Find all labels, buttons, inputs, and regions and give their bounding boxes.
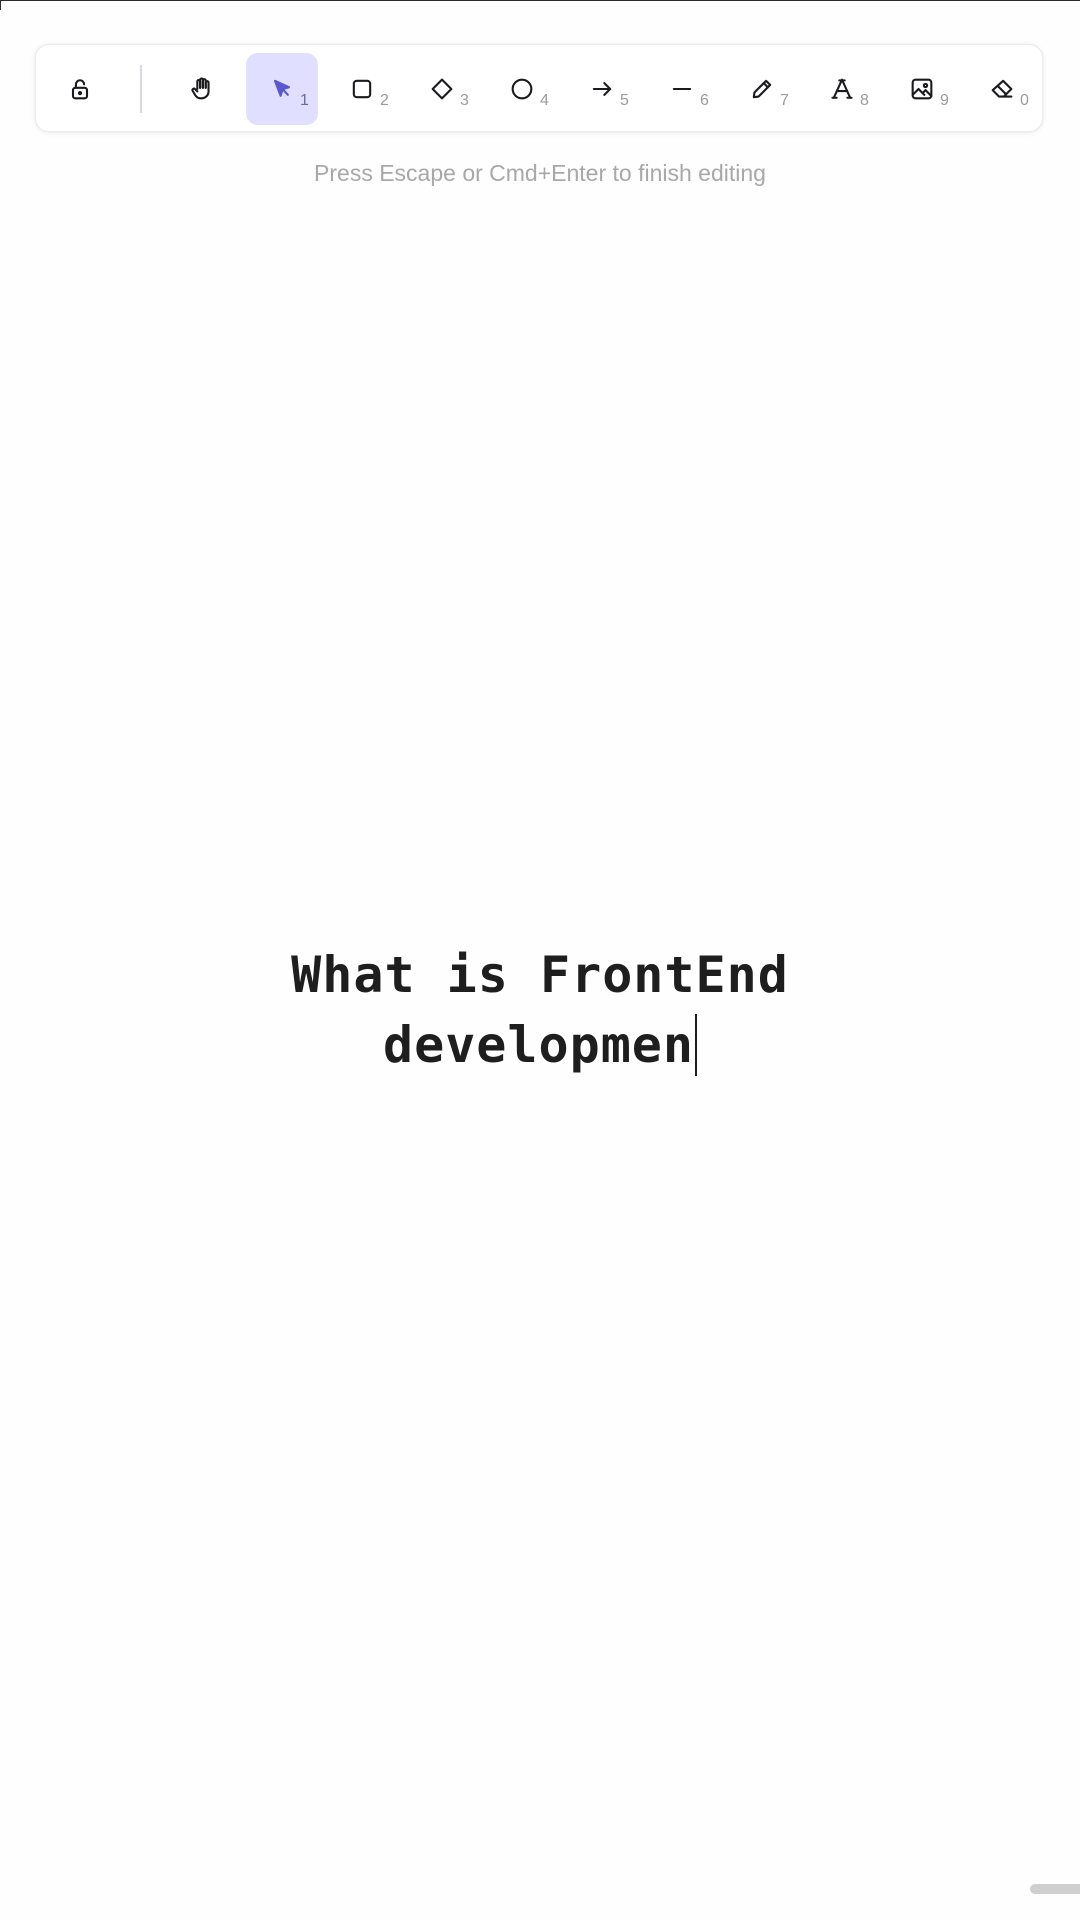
tool-image[interactable]: 9 bbox=[886, 53, 958, 125]
top-edge-line bbox=[0, 0, 1080, 1]
tool-shortcut: 4 bbox=[540, 92, 549, 109]
tool-shortcut: 9 bbox=[940, 92, 949, 109]
editing-hint: Press Escape or Cmd+Enter to finish edit… bbox=[314, 160, 766, 186]
corner-mark bbox=[0, 0, 1, 10]
rectangle-icon bbox=[352, 79, 372, 99]
text-line-1: What is FrontEnd bbox=[291, 946, 789, 1004]
hand-icon bbox=[191, 77, 210, 100]
text-icon bbox=[831, 78, 853, 99]
tool-shortcut: 6 bbox=[700, 92, 709, 109]
scrollbar-thumb[interactable] bbox=[1030, 1884, 1080, 1894]
text-line-2: developmen bbox=[240, 1010, 840, 1080]
tool-arrow[interactable]: 5 bbox=[566, 53, 638, 125]
tool-text[interactable]: 8 bbox=[806, 53, 878, 125]
tool-diamond[interactable]: 3 bbox=[406, 53, 478, 125]
tool-rectangle[interactable]: 2 bbox=[326, 53, 398, 125]
text-line-2-content: developmen bbox=[382, 1016, 695, 1074]
toolbar-divider bbox=[140, 65, 142, 113]
tool-shortcut: 8 bbox=[860, 92, 869, 109]
tool-shortcut: 1 bbox=[300, 92, 309, 109]
tool-hand[interactable] bbox=[166, 53, 238, 125]
tool-shortcut: 2 bbox=[380, 92, 389, 109]
text-caret bbox=[695, 1014, 698, 1076]
pointer-icon bbox=[273, 79, 291, 97]
tool-draw[interactable]: 7 bbox=[726, 53, 798, 125]
eraser-icon bbox=[991, 79, 1013, 98]
line-icon bbox=[672, 87, 692, 91]
tool-shortcut: 7 bbox=[780, 92, 789, 109]
canvas-text-editor[interactable]: What is FrontEnd developmen bbox=[240, 940, 840, 1080]
unlock-icon bbox=[71, 79, 89, 100]
diamond-icon bbox=[431, 78, 453, 100]
tool-line[interactable]: 6 bbox=[646, 53, 718, 125]
tool-ellipse[interactable]: 4 bbox=[486, 53, 558, 125]
image-icon bbox=[911, 78, 933, 100]
tool-eraser[interactable]: 0 bbox=[966, 53, 1038, 125]
lock-button[interactable] bbox=[44, 53, 116, 125]
toolbar: 1 2 3 4 5 6 7 8 9 0 bbox=[35, 44, 1043, 132]
pencil-icon bbox=[752, 79, 772, 99]
circle-icon bbox=[511, 78, 533, 100]
tool-shortcut: 5 bbox=[620, 92, 629, 109]
tool-shortcut: 3 bbox=[460, 92, 469, 109]
tool-selection[interactable]: 1 bbox=[246, 53, 318, 125]
arrow-icon bbox=[592, 82, 612, 96]
tool-shortcut: 0 bbox=[1020, 92, 1029, 109]
